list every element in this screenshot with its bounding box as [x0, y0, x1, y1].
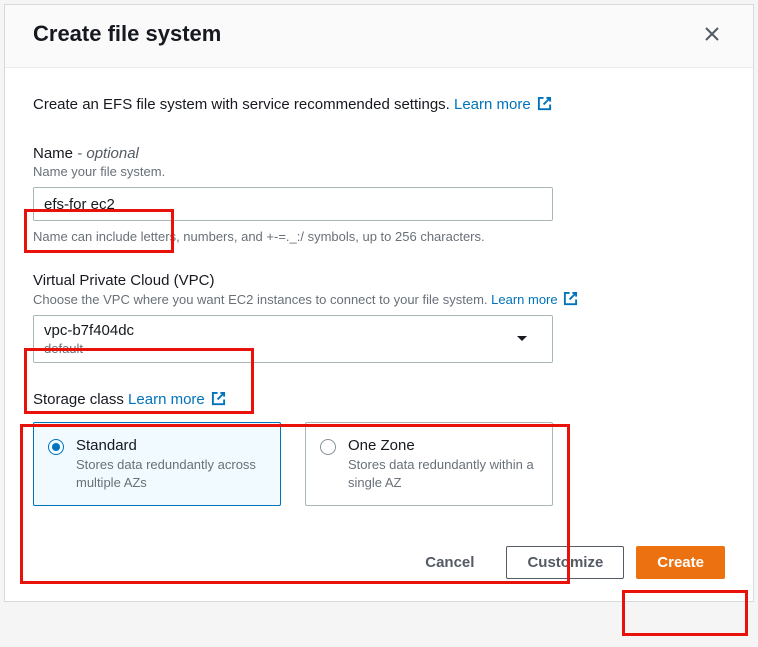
radio-desc: Stores data redundantly across multiple … [76, 456, 266, 491]
vpc-secondary: default [44, 341, 522, 357]
create-button[interactable]: Create [636, 546, 725, 579]
intro-learn-more-link[interactable]: Learn more [454, 96, 552, 113]
vpc-label: Virtual Private Cloud (VPC) [33, 272, 725, 289]
storage-learn-more-link[interactable]: Learn more [128, 391, 226, 408]
external-link-icon [211, 391, 226, 406]
modal-title: Create file system [33, 21, 221, 47]
radio-label: One Zone [348, 437, 538, 454]
radio-label: Standard [76, 437, 266, 454]
radio-icon [48, 439, 64, 455]
vpc-hint: Choose the VPC where you want EC2 instan… [33, 291, 725, 307]
name-input[interactable] [33, 187, 553, 221]
chevron-down-icon [516, 335, 528, 343]
external-link-icon [563, 291, 578, 306]
customize-button[interactable]: Customize [506, 546, 624, 579]
storage-field: Storage class Learn more Standard Stores… [33, 391, 725, 506]
cancel-button[interactable]: Cancel [405, 547, 494, 578]
vpc-field: Virtual Private Cloud (VPC) Choose the V… [33, 272, 725, 363]
storage-option-one-zone[interactable]: One Zone Stores data redundantly within … [305, 422, 553, 506]
storage-radio-group: Standard Stores data redundantly across … [33, 422, 725, 506]
external-link-icon [537, 96, 552, 111]
name-hint: Name your file system. [33, 164, 725, 179]
modal-header: Create file system [5, 5, 753, 68]
intro-text: Create an EFS file system with service r… [33, 96, 725, 113]
radio-icon [320, 439, 336, 455]
name-field: Name - optional Name your file system. N… [33, 145, 725, 244]
storage-title: Storage class Learn more [33, 391, 725, 408]
create-file-system-modal: Create file system Create an EFS file sy… [4, 4, 754, 602]
vpc-dropdown[interactable]: vpc-b7f404dc default [33, 315, 553, 363]
modal-footer: Cancel Customize Create [5, 536, 753, 601]
name-sub-hint: Name can include letters, numbers, and +… [33, 229, 725, 244]
close-button[interactable] [699, 21, 725, 47]
vpc-learn-more-link[interactable]: Learn more [491, 292, 578, 307]
intro-static: Create an EFS file system with service r… [33, 96, 454, 113]
storage-option-standard[interactable]: Standard Stores data redundantly across … [33, 422, 281, 506]
name-label: Name - optional [33, 145, 725, 162]
close-icon [703, 25, 721, 43]
vpc-value: vpc-b7f404dc [44, 322, 522, 341]
radio-desc: Stores data redundantly within a single … [348, 456, 538, 491]
